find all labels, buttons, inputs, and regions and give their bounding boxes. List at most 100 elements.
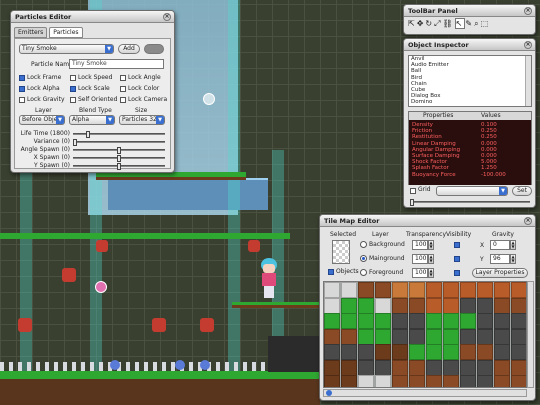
add-button[interactable]: Add (118, 44, 140, 54)
checkbox-lock-gravity[interactable]: Lock Gravity (19, 96, 65, 103)
tile-swatch[interactable] (494, 282, 510, 298)
tile-swatch[interactable] (443, 328, 459, 345)
tile-map-editor-titlebar[interactable]: Tile Map Editor × (320, 215, 535, 227)
tile-swatch[interactable] (511, 344, 526, 360)
slider-knob[interactable] (117, 163, 121, 170)
tile-swatch[interactable] (375, 344, 391, 360)
slider-knob[interactable] (117, 155, 121, 162)
transparency-stepper[interactable]: ▲ ▼ (428, 268, 434, 278)
slider-knob[interactable] (410, 199, 414, 206)
tile-swatch[interactable] (477, 359, 493, 376)
value-slider[interactable] (73, 147, 165, 154)
value-slider[interactable] (73, 139, 165, 146)
tile-swatch[interactable] (409, 328, 425, 345)
brush-tool-icon[interactable]: ✎ (465, 19, 474, 28)
tile-swatch[interactable] (409, 359, 425, 376)
scroll-left-icon[interactable] (326, 390, 332, 396)
tile-swatch[interactable] (443, 297, 459, 314)
checkbox-lock-speed[interactable]: Lock Speed (70, 74, 112, 81)
tile-swatch[interactable] (511, 297, 526, 314)
tile-swatch[interactable] (392, 359, 408, 376)
tile-swatch[interactable] (392, 282, 408, 298)
object-list[interactable]: Anvil Audio Emitter Ball Bird Chain Cube Dialo… (408, 55, 532, 107)
tile-swatch[interactable] (460, 359, 476, 376)
transparency-background-field[interactable]: 100 (412, 240, 428, 250)
tile-swatch[interactable] (460, 344, 476, 360)
tile-palette[interactable] (323, 281, 527, 388)
tile-swatch[interactable] (375, 328, 391, 345)
tile-swatch[interactable] (324, 313, 340, 329)
tile-swatch[interactable] (375, 282, 391, 298)
close-button[interactable]: × (524, 41, 532, 49)
scrollbar[interactable] (525, 56, 531, 106)
rotate-tool-icon[interactable]: ↻ (425, 19, 434, 28)
palette-horizontal-scrollbar[interactable] (323, 389, 527, 397)
visibility-background-checkbox[interactable] (454, 242, 460, 248)
tile-swatch[interactable] (341, 344, 357, 360)
tile-swatch[interactable] (494, 344, 510, 360)
tile-swatch[interactable] (375, 359, 391, 376)
pointer-tool-icon[interactable]: ↖ (454, 18, 466, 29)
tile-swatch[interactable] (494, 297, 510, 314)
grid-slider[interactable] (410, 199, 530, 206)
close-button[interactable]: × (524, 217, 532, 225)
checkbox-lock-scale[interactable]: Lock Scale (70, 85, 110, 92)
tile-swatch[interactable] (443, 359, 459, 376)
tile-swatch[interactable] (494, 359, 510, 376)
checkbox-lock-camera[interactable]: Lock Camera (120, 96, 167, 103)
checkbox-lock-frame[interactable]: Lock Frame (19, 74, 61, 81)
tile-swatch[interactable] (392, 313, 408, 329)
tile-swatch[interactable] (460, 328, 476, 345)
tile-swatch[interactable] (358, 328, 374, 345)
tile-swatch[interactable] (341, 313, 357, 329)
tile-swatch[interactable] (460, 297, 476, 314)
link-tool-icon[interactable]: ⛓ (443, 19, 455, 28)
slider-knob[interactable] (86, 131, 91, 138)
tile-swatch[interactable] (477, 282, 493, 298)
tile-swatch[interactable] (409, 313, 425, 329)
tile-swatch[interactable] (443, 313, 459, 329)
tile-swatch[interactable] (426, 297, 442, 314)
tile-swatch[interactable] (426, 359, 442, 376)
tile-swatch[interactable] (477, 313, 493, 329)
tile-swatch[interactable] (426, 375, 442, 387)
tile-swatch[interactable] (409, 375, 425, 387)
value-slider[interactable] (73, 131, 165, 138)
visibility-mainground-checkbox[interactable] (454, 256, 460, 262)
layer-radio-background[interactable]: Background (360, 241, 405, 248)
tile-swatch[interactable] (443, 344, 459, 360)
gravity-y-stepper[interactable]: ▲ ▼ (510, 254, 516, 264)
preset-dropdown[interactable]: Tiny Smoke ▼ (19, 44, 114, 54)
checkbox-self-oriented[interactable]: Self Oriented (70, 96, 117, 103)
tile-swatch[interactable] (392, 344, 408, 360)
lock-tool-icon[interactable]: ⬚ (481, 19, 491, 28)
player-character[interactable] (258, 258, 280, 298)
layer-radio-mainground[interactable]: Mainground (360, 255, 405, 262)
tile-swatch[interactable] (358, 313, 374, 329)
toolbar-panel-titlebar[interactable]: ToolBar Panel × (404, 5, 535, 17)
tile-swatch[interactable] (511, 313, 526, 329)
layer-dropdown[interactable]: Before Objec ▼ (19, 115, 65, 125)
particles-editor-titlebar[interactable]: Particles Editor × (11, 11, 174, 23)
tile-swatch[interactable] (358, 375, 374, 387)
value-slider[interactable] (73, 163, 165, 170)
tile-swatch[interactable] (341, 282, 357, 298)
slider-knob[interactable] (73, 139, 77, 146)
object-inspector-titlebar[interactable]: Object Inspector × (404, 39, 535, 51)
tile-swatch[interactable] (324, 344, 340, 360)
tile-swatch[interactable] (477, 344, 493, 360)
tile-swatch[interactable] (494, 313, 510, 329)
tile-swatch[interactable] (358, 282, 374, 298)
close-button[interactable]: × (163, 13, 171, 21)
tile-swatch[interactable] (324, 375, 340, 387)
tile-swatch[interactable] (392, 297, 408, 314)
tile-swatch[interactable] (409, 282, 425, 298)
transparency-stepper[interactable]: ▲ ▼ (428, 254, 434, 264)
tile-swatch[interactable] (426, 282, 442, 298)
tile-swatch[interactable] (443, 375, 459, 387)
select-tool-icon[interactable]: ⇱ (408, 19, 417, 28)
gravity-y-field[interactable]: 96 (490, 254, 510, 264)
transparency-stepper[interactable]: ▲ ▼ (428, 240, 434, 250)
gravity-x-field[interactable]: 0 (490, 240, 510, 250)
tile-swatch[interactable] (460, 313, 476, 329)
